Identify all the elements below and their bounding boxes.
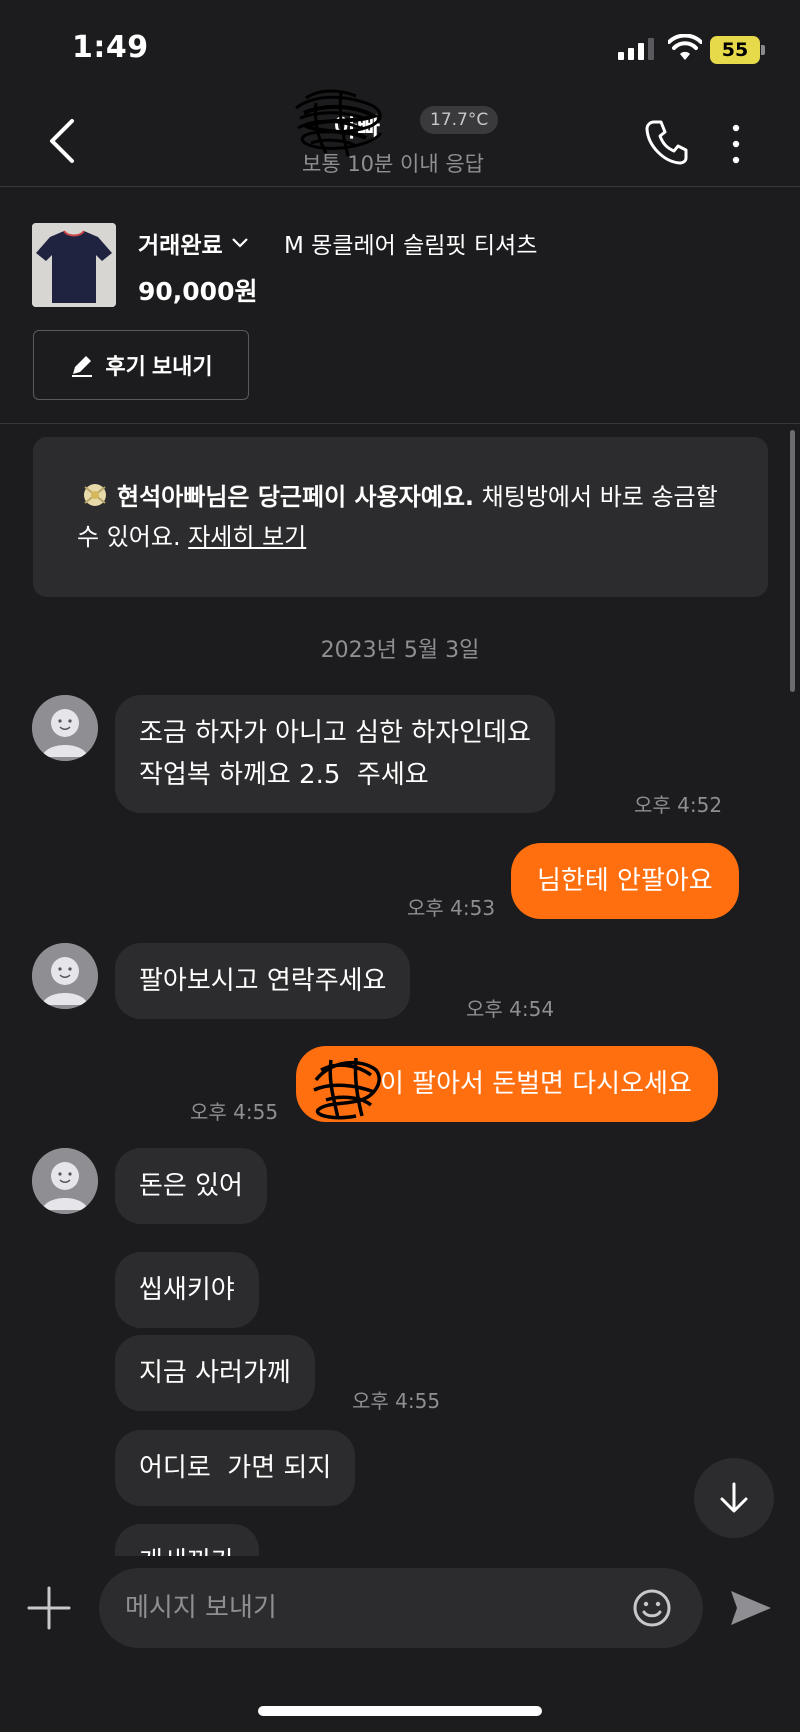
battery-indicator: 55: [710, 36, 760, 64]
message-bubble-incoming[interactable]: 지금 사러가께: [115, 1335, 315, 1411]
message-time: 오후 4:52: [634, 793, 723, 817]
message-time: 오후 4:53: [407, 896, 496, 920]
message-time: 오후 4:55: [190, 1100, 279, 1124]
notice-detail-link[interactable]: 자세히 보기: [188, 523, 306, 551]
message-bubble-incoming[interactable]: 팔아보시고 연락주세요: [115, 943, 411, 1019]
battery-nub: [761, 45, 765, 55]
message-bubble-outgoing[interactable]: 님한테 안팔아요: [511, 843, 739, 919]
plus-icon[interactable]: [26, 1585, 72, 1631]
cellular-signal-icon: [618, 38, 654, 60]
chevron-down-icon: [231, 238, 248, 248]
product-thumbnail[interactable]: [32, 223, 116, 307]
header-divider: [0, 186, 800, 187]
emoji-icon[interactable]: [632, 1588, 672, 1628]
chevron-left-icon[interactable]: [40, 115, 84, 167]
partially-visible-message: 개새끼가: [0, 1520, 800, 1556]
phone-icon[interactable]: [644, 118, 688, 166]
redaction-scribble: [295, 89, 383, 157]
redaction-scribble: [313, 1057, 381, 1120]
home-indicator: [258, 1706, 542, 1716]
message-time: 오후 4:54: [466, 997, 555, 1021]
avatar[interactable]: [32, 1148, 98, 1214]
trade-status-dropdown[interactable]: 거래완료: [138, 226, 249, 260]
avatar[interactable]: [32, 943, 98, 1009]
message-bubble-incoming[interactable]: 개새끼가: [115, 1524, 259, 1556]
karrot-pay-icon: [84, 484, 106, 506]
message-bubble-incoming[interactable]: 돈은 있어: [115, 1148, 267, 1224]
notice-bold-text: 현석아빠님은 당근페이 사용자예요.: [117, 483, 475, 511]
karrot-pay-notice: 현석아빠님은 당근페이 사용자예요. 채팅방에서 바로 송금할 수 있어요. 자…: [33, 437, 768, 597]
product-title[interactable]: M 몽클레어 슬림핏 티셔츠: [284, 226, 537, 260]
message-input[interactable]: [99, 1568, 703, 1648]
send-review-button[interactable]: 후기 보내기: [33, 330, 249, 400]
status-time: 1:49: [72, 30, 149, 65]
scrollbar[interactable]: [790, 430, 795, 692]
wifi-icon: [668, 34, 702, 60]
scroll-to-bottom-button[interactable]: [694, 1458, 774, 1538]
arrow-down-icon: [720, 1482, 748, 1513]
message-bubble-incoming[interactable]: 조금 하자가 아니고 심한 하자인데요 작업복 하께요 2.5 주세요: [115, 695, 555, 813]
product-price: 90,000원: [138, 277, 258, 306]
send-icon[interactable]: [728, 1588, 774, 1628]
date-separator: 2023년 5월 3일: [320, 638, 480, 663]
message-time: 오후 4:55: [352, 1389, 441, 1413]
more-vertical-icon[interactable]: [728, 122, 744, 166]
send-review-label: 후기 보내기: [105, 354, 213, 379]
message-bubble-incoming[interactable]: 어디로 가면 되지: [115, 1430, 356, 1506]
manner-temperature-badge: 17.7°C: [420, 106, 499, 134]
avatar[interactable]: [32, 695, 98, 761]
product-divider: [0, 423, 800, 424]
pencil-icon: [72, 356, 93, 377]
message-bubble-incoming[interactable]: 씹새키야: [115, 1252, 259, 1328]
trade-status-label: 거래완료: [138, 233, 223, 259]
